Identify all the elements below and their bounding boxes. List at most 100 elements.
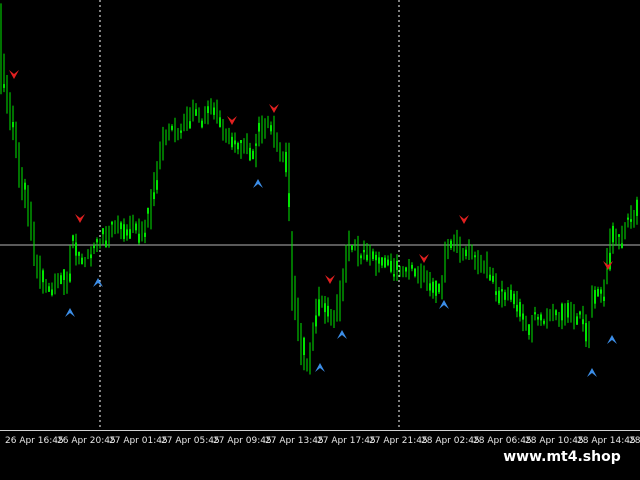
candle-layer bbox=[0, 3, 638, 375]
sell-arrow-icon bbox=[325, 275, 335, 284]
buy-arrow-icon bbox=[65, 308, 75, 317]
candle-body bbox=[612, 225, 614, 243]
candle-body bbox=[636, 199, 638, 216]
time-axis-label: 27 Apr 09:45 bbox=[213, 436, 272, 446]
candle-body bbox=[147, 207, 149, 214]
price-chart[interactable] bbox=[0, 0, 640, 430]
candle-body bbox=[123, 224, 125, 239]
candle-body bbox=[42, 270, 44, 283]
candle-body bbox=[561, 303, 563, 321]
candle-body bbox=[489, 274, 491, 281]
candle-body bbox=[48, 286, 50, 292]
candle-body bbox=[576, 316, 578, 325]
sell-arrow-icon bbox=[419, 254, 429, 263]
buy-arrow-icon bbox=[439, 300, 449, 309]
candle-body bbox=[351, 245, 353, 250]
candle-body bbox=[528, 324, 530, 335]
buy-arrow-icon bbox=[607, 335, 617, 344]
candle-body bbox=[213, 107, 215, 115]
candle-body bbox=[201, 120, 203, 128]
time-axis-label: 28 A bbox=[629, 436, 640, 446]
candle-body bbox=[285, 151, 287, 173]
candle-body bbox=[234, 140, 236, 145]
candle-body bbox=[153, 192, 155, 200]
watermark: www.mt4.shop bbox=[496, 446, 628, 468]
chart-window[interactable]: 26 Apr 16:45 26 Apr 20:45 27 Apr 01:45 27 A… bbox=[0, 0, 640, 480]
candle-body bbox=[60, 275, 62, 284]
candle-body bbox=[540, 314, 542, 321]
candle-body bbox=[78, 251, 80, 256]
candle-body bbox=[375, 254, 377, 261]
candle-body bbox=[585, 323, 587, 342]
candle-body bbox=[111, 221, 113, 225]
candle-body bbox=[429, 283, 431, 291]
candle-body bbox=[252, 150, 254, 160]
sell-arrow-icon bbox=[227, 116, 237, 125]
candle-body bbox=[435, 280, 437, 296]
candle-body bbox=[51, 289, 53, 296]
time-axis-label: 26 Apr 20:45 bbox=[57, 436, 116, 446]
time-axis-label: 28 Apr 10:45 bbox=[525, 436, 584, 446]
candle-body bbox=[72, 235, 74, 241]
candle-body bbox=[240, 140, 242, 144]
candle-body bbox=[393, 274, 395, 277]
time-axis-label: 28 Apr 06:45 bbox=[473, 436, 532, 446]
candle-body bbox=[627, 217, 629, 220]
time-axis-label: 28 Apr 14:45 bbox=[577, 436, 636, 446]
time-axis-label: 28 Apr 02:45 bbox=[421, 436, 480, 446]
candle-body bbox=[432, 281, 434, 293]
candle-body bbox=[522, 313, 524, 320]
candle-body bbox=[129, 229, 131, 239]
sell-arrow-icon bbox=[75, 214, 85, 223]
candle-body bbox=[270, 125, 272, 132]
buy-arrow-icon bbox=[337, 330, 347, 339]
candle-body bbox=[171, 125, 173, 130]
sell-arrow-icon bbox=[269, 104, 279, 113]
candle-body bbox=[366, 254, 368, 261]
candle-body bbox=[630, 219, 632, 222]
candle-body bbox=[372, 251, 374, 260]
candle-body bbox=[411, 264, 413, 269]
candle-body bbox=[255, 143, 257, 146]
candle-body bbox=[315, 315, 317, 327]
candle-body bbox=[363, 249, 365, 253]
candle-body bbox=[156, 180, 158, 190]
buy-arrow-icon bbox=[587, 368, 597, 377]
candle-body bbox=[519, 302, 521, 317]
candle-body bbox=[207, 106, 209, 114]
candle-body bbox=[258, 122, 260, 132]
candle-body bbox=[318, 299, 320, 316]
candle-body bbox=[144, 232, 146, 237]
time-axis-label: 27 Apr 01:45 bbox=[109, 436, 168, 446]
candle-body bbox=[303, 337, 305, 356]
candle-body bbox=[105, 240, 107, 247]
candle-body bbox=[513, 293, 515, 305]
candle-body bbox=[498, 290, 500, 304]
candle-body bbox=[24, 182, 26, 190]
candle-body bbox=[120, 222, 122, 230]
candle-body bbox=[63, 269, 65, 281]
candle-body bbox=[189, 121, 191, 129]
candle-body bbox=[360, 255, 362, 259]
candle-body bbox=[195, 109, 197, 116]
candle-body bbox=[543, 320, 545, 324]
candle-body bbox=[288, 193, 290, 208]
candle-body bbox=[618, 234, 620, 237]
buy-arrow-icon bbox=[253, 179, 263, 188]
candle-body bbox=[474, 255, 476, 258]
candle-body bbox=[396, 260, 398, 270]
candle-body bbox=[75, 242, 77, 256]
candle-body bbox=[249, 147, 251, 161]
candle-body bbox=[81, 257, 83, 265]
candle-body bbox=[219, 117, 221, 128]
candle-body bbox=[3, 84, 5, 88]
candle-body bbox=[450, 240, 452, 249]
candle-body bbox=[501, 289, 503, 292]
time-axis-label: 26 Apr 16:45 bbox=[5, 436, 64, 446]
candle-body bbox=[534, 312, 536, 315]
candle-body bbox=[438, 283, 440, 293]
candle-body bbox=[579, 311, 581, 315]
candle-body bbox=[537, 316, 539, 320]
candle-body bbox=[324, 303, 326, 313]
time-axis-label: 27 Apr 05:45 bbox=[161, 436, 220, 446]
